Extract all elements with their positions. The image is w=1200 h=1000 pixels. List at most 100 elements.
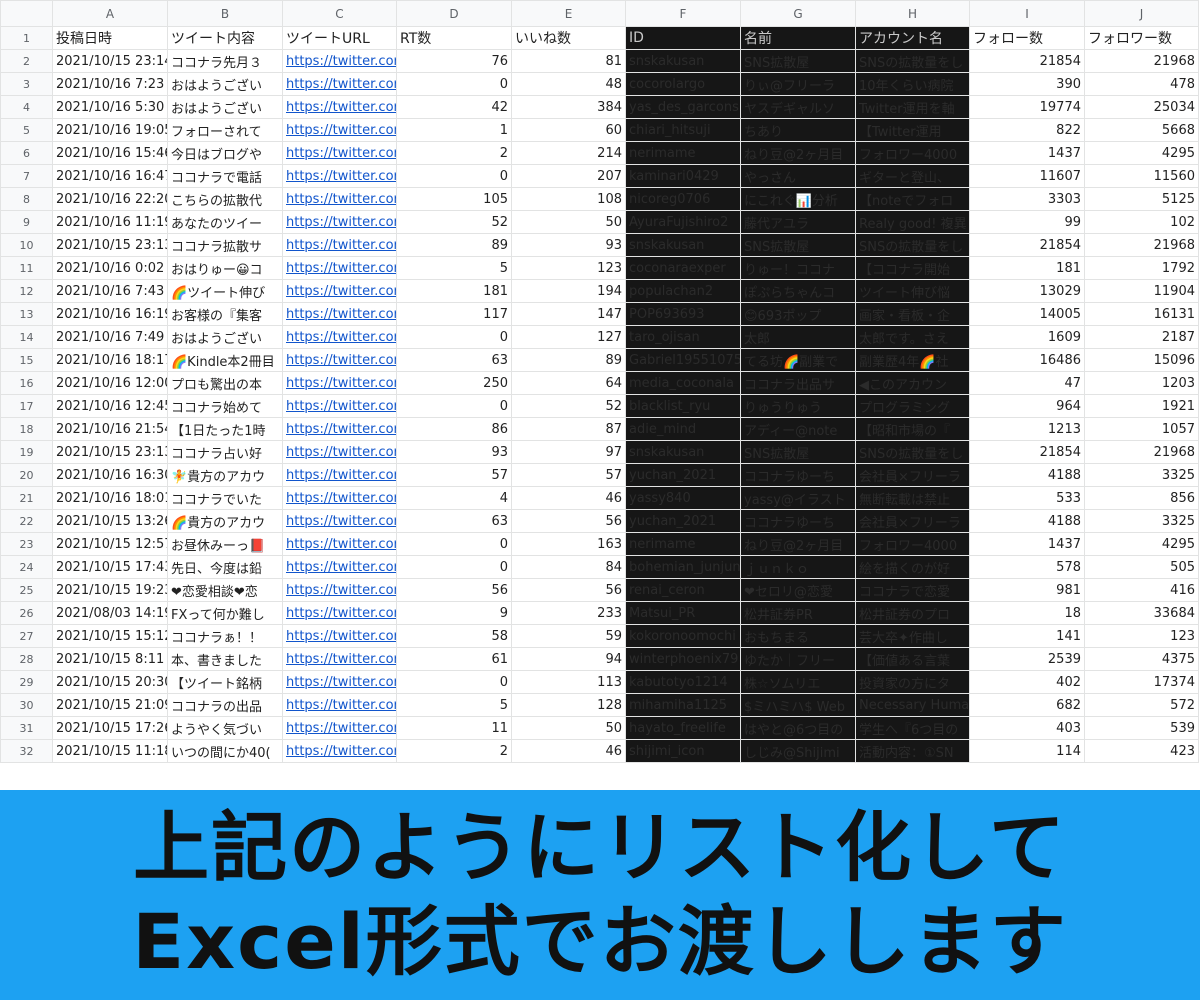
cell-tweet-url[interactable]: https://twitter.cor: [282, 210, 397, 234]
cell-rt-count[interactable]: 5: [396, 256, 512, 280]
cell-user-id[interactable]: yassy840: [625, 486, 741, 510]
cell-user-id[interactable]: chiari_hitsuji: [625, 118, 741, 142]
row-number[interactable]: 9: [0, 210, 53, 234]
cell-follower-count[interactable]: 33684: [1084, 601, 1199, 625]
cell-following-count[interactable]: 403: [969, 716, 1085, 740]
header-cell-rt-count[interactable]: RT数: [396, 26, 512, 50]
cell-user-id[interactable]: snskakusan: [625, 49, 741, 73]
row-number[interactable]: 4: [0, 95, 53, 119]
row-number[interactable]: 15: [0, 348, 53, 372]
cell-tweet-url[interactable]: https://twitter.cor: [282, 49, 397, 73]
cell-tweet-url[interactable]: https://twitter.cor: [282, 440, 397, 464]
cell-tweet-text[interactable]: ココナラ拡散サ: [167, 233, 283, 257]
cell-follower-count[interactable]: 21968: [1084, 49, 1199, 73]
cell-follower-count[interactable]: 102: [1084, 210, 1199, 234]
cell-following-count[interactable]: 822: [969, 118, 1085, 142]
cell-tweet-text[interactable]: ようやく気づい: [167, 716, 283, 740]
cell-tweet-url[interactable]: https://twitter.cor: [282, 486, 397, 510]
cell-like-count[interactable]: 214: [511, 141, 626, 165]
cell-rt-count[interactable]: 76: [396, 49, 512, 73]
column-header-i[interactable]: I: [969, 0, 1085, 27]
cell-account-name[interactable]: 投資家の方にタ: [855, 670, 970, 694]
cell-account-name[interactable]: 副業歴4年🌈社: [855, 348, 970, 372]
cell-rt-count[interactable]: 181: [396, 279, 512, 303]
cell-tweet-url[interactable]: https://twitter.cor: [282, 141, 397, 165]
cell-user-name[interactable]: ｊｕｎｋｏ: [740, 555, 856, 579]
cell-follower-count[interactable]: 123: [1084, 624, 1199, 648]
cell-user-name[interactable]: はやと@6つ目の: [740, 716, 856, 740]
header-cell-post-date[interactable]: 投稿日時: [52, 26, 168, 50]
cell-user-name[interactable]: ココナラゆーち: [740, 463, 856, 487]
cell-account-name[interactable]: 太郎です。さえ: [855, 325, 970, 349]
cell-follower-count[interactable]: 11904: [1084, 279, 1199, 303]
cell-post-date[interactable]: 2021/10/15 11:18: [52, 739, 168, 763]
cell-follower-count[interactable]: 21968: [1084, 440, 1199, 464]
cell-user-name[interactable]: りぃ@フリーラ: [740, 72, 856, 96]
cell-like-count[interactable]: 50: [511, 716, 626, 740]
cell-user-id[interactable]: nerimame: [625, 141, 741, 165]
cell-user-id[interactable]: adie_mind: [625, 417, 741, 441]
cell-tweet-text[interactable]: いつの間にか40(: [167, 739, 283, 763]
cell-user-name[interactable]: ねり豆@2ヶ月目: [740, 532, 856, 556]
column-header-g[interactable]: G: [740, 0, 856, 27]
cell-user-id[interactable]: Gabriel19551075: [625, 348, 741, 372]
cell-account-name[interactable]: 芸大卒✦作曲し: [855, 624, 970, 648]
cell-follower-count[interactable]: 478: [1084, 72, 1199, 96]
cell-tweet-text[interactable]: お客様の『集客: [167, 302, 283, 326]
cell-following-count[interactable]: 21854: [969, 440, 1085, 464]
cell-user-id[interactable]: blacklist_ryu: [625, 394, 741, 418]
cell-following-count[interactable]: 14005: [969, 302, 1085, 326]
cell-following-count[interactable]: 141: [969, 624, 1085, 648]
cell-user-name[interactable]: しじみ@Shijimi: [740, 739, 856, 763]
cell-following-count[interactable]: 1437: [969, 532, 1085, 556]
cell-like-count[interactable]: 113: [511, 670, 626, 694]
cell-post-date[interactable]: 2021/10/15 15:12: [52, 624, 168, 648]
cell-post-date[interactable]: 2021/10/16 5:30: [52, 95, 168, 119]
cell-post-date[interactable]: 2021/10/16 12:45: [52, 394, 168, 418]
cell-user-id[interactable]: kokoronoomochi: [625, 624, 741, 648]
header-cell-user-name[interactable]: 名前: [740, 26, 856, 50]
cell-rt-count[interactable]: 105: [396, 187, 512, 211]
cell-following-count[interactable]: 47: [969, 371, 1085, 395]
cell-account-name[interactable]: Realy good! 複異: [855, 210, 970, 234]
cell-tweet-text[interactable]: ココナラでいた: [167, 486, 283, 510]
cell-rt-count[interactable]: 93: [396, 440, 512, 464]
cell-follower-count[interactable]: 3325: [1084, 509, 1199, 533]
cell-tweet-text[interactable]: 🌈Kindle本2冊目: [167, 348, 283, 372]
cell-following-count[interactable]: 18: [969, 601, 1085, 625]
cell-rt-count[interactable]: 63: [396, 509, 512, 533]
cell-user-name[interactable]: やっさん: [740, 164, 856, 188]
cell-follower-count[interactable]: 416: [1084, 578, 1199, 602]
cell-tweet-url[interactable]: https://twitter.cor: [282, 325, 397, 349]
cell-following-count[interactable]: 4188: [969, 463, 1085, 487]
cell-tweet-url[interactable]: https://twitter.cor: [282, 118, 397, 142]
cell-follower-count[interactable]: 21968: [1084, 233, 1199, 257]
cell-rt-count[interactable]: 117: [396, 302, 512, 326]
cell-user-name[interactable]: yassy@イラスト: [740, 486, 856, 510]
cell-post-date[interactable]: 2021/10/16 7:43: [52, 279, 168, 303]
cell-user-name[interactable]: SNS拡散屋: [740, 49, 856, 73]
cell-rt-count[interactable]: 0: [396, 325, 512, 349]
cell-tweet-url[interactable]: https://twitter.cor: [282, 256, 397, 280]
cell-user-id[interactable]: nerimame: [625, 532, 741, 556]
cell-account-name[interactable]: ギターと登山、: [855, 164, 970, 188]
cell-follower-count[interactable]: 3325: [1084, 463, 1199, 487]
cell-tweet-url[interactable]: https://twitter.cor: [282, 233, 397, 257]
cell-follower-count[interactable]: 2187: [1084, 325, 1199, 349]
cell-tweet-text[interactable]: ココナラ先月３: [167, 49, 283, 73]
row-number[interactable]: 32: [0, 739, 53, 763]
cell-account-name[interactable]: ◀このアカウン: [855, 371, 970, 395]
cell-following-count[interactable]: 682: [969, 693, 1085, 717]
cell-like-count[interactable]: 52: [511, 394, 626, 418]
row-number[interactable]: 11: [0, 256, 53, 280]
row-number[interactable]: 27: [0, 624, 53, 648]
cell-account-name[interactable]: 【価値ある言葉: [855, 647, 970, 671]
select-all-corner[interactable]: [0, 0, 53, 27]
cell-user-id[interactable]: kaminari0429: [625, 164, 741, 188]
cell-like-count[interactable]: 163: [511, 532, 626, 556]
cell-like-count[interactable]: 123: [511, 256, 626, 280]
cell-account-name[interactable]: SNSの拡散量をし: [855, 233, 970, 257]
cell-user-name[interactable]: $ミハミハ$ Web: [740, 693, 856, 717]
cell-post-date[interactable]: 2021/10/16 16:30: [52, 463, 168, 487]
cell-user-id[interactable]: populachan2: [625, 279, 741, 303]
